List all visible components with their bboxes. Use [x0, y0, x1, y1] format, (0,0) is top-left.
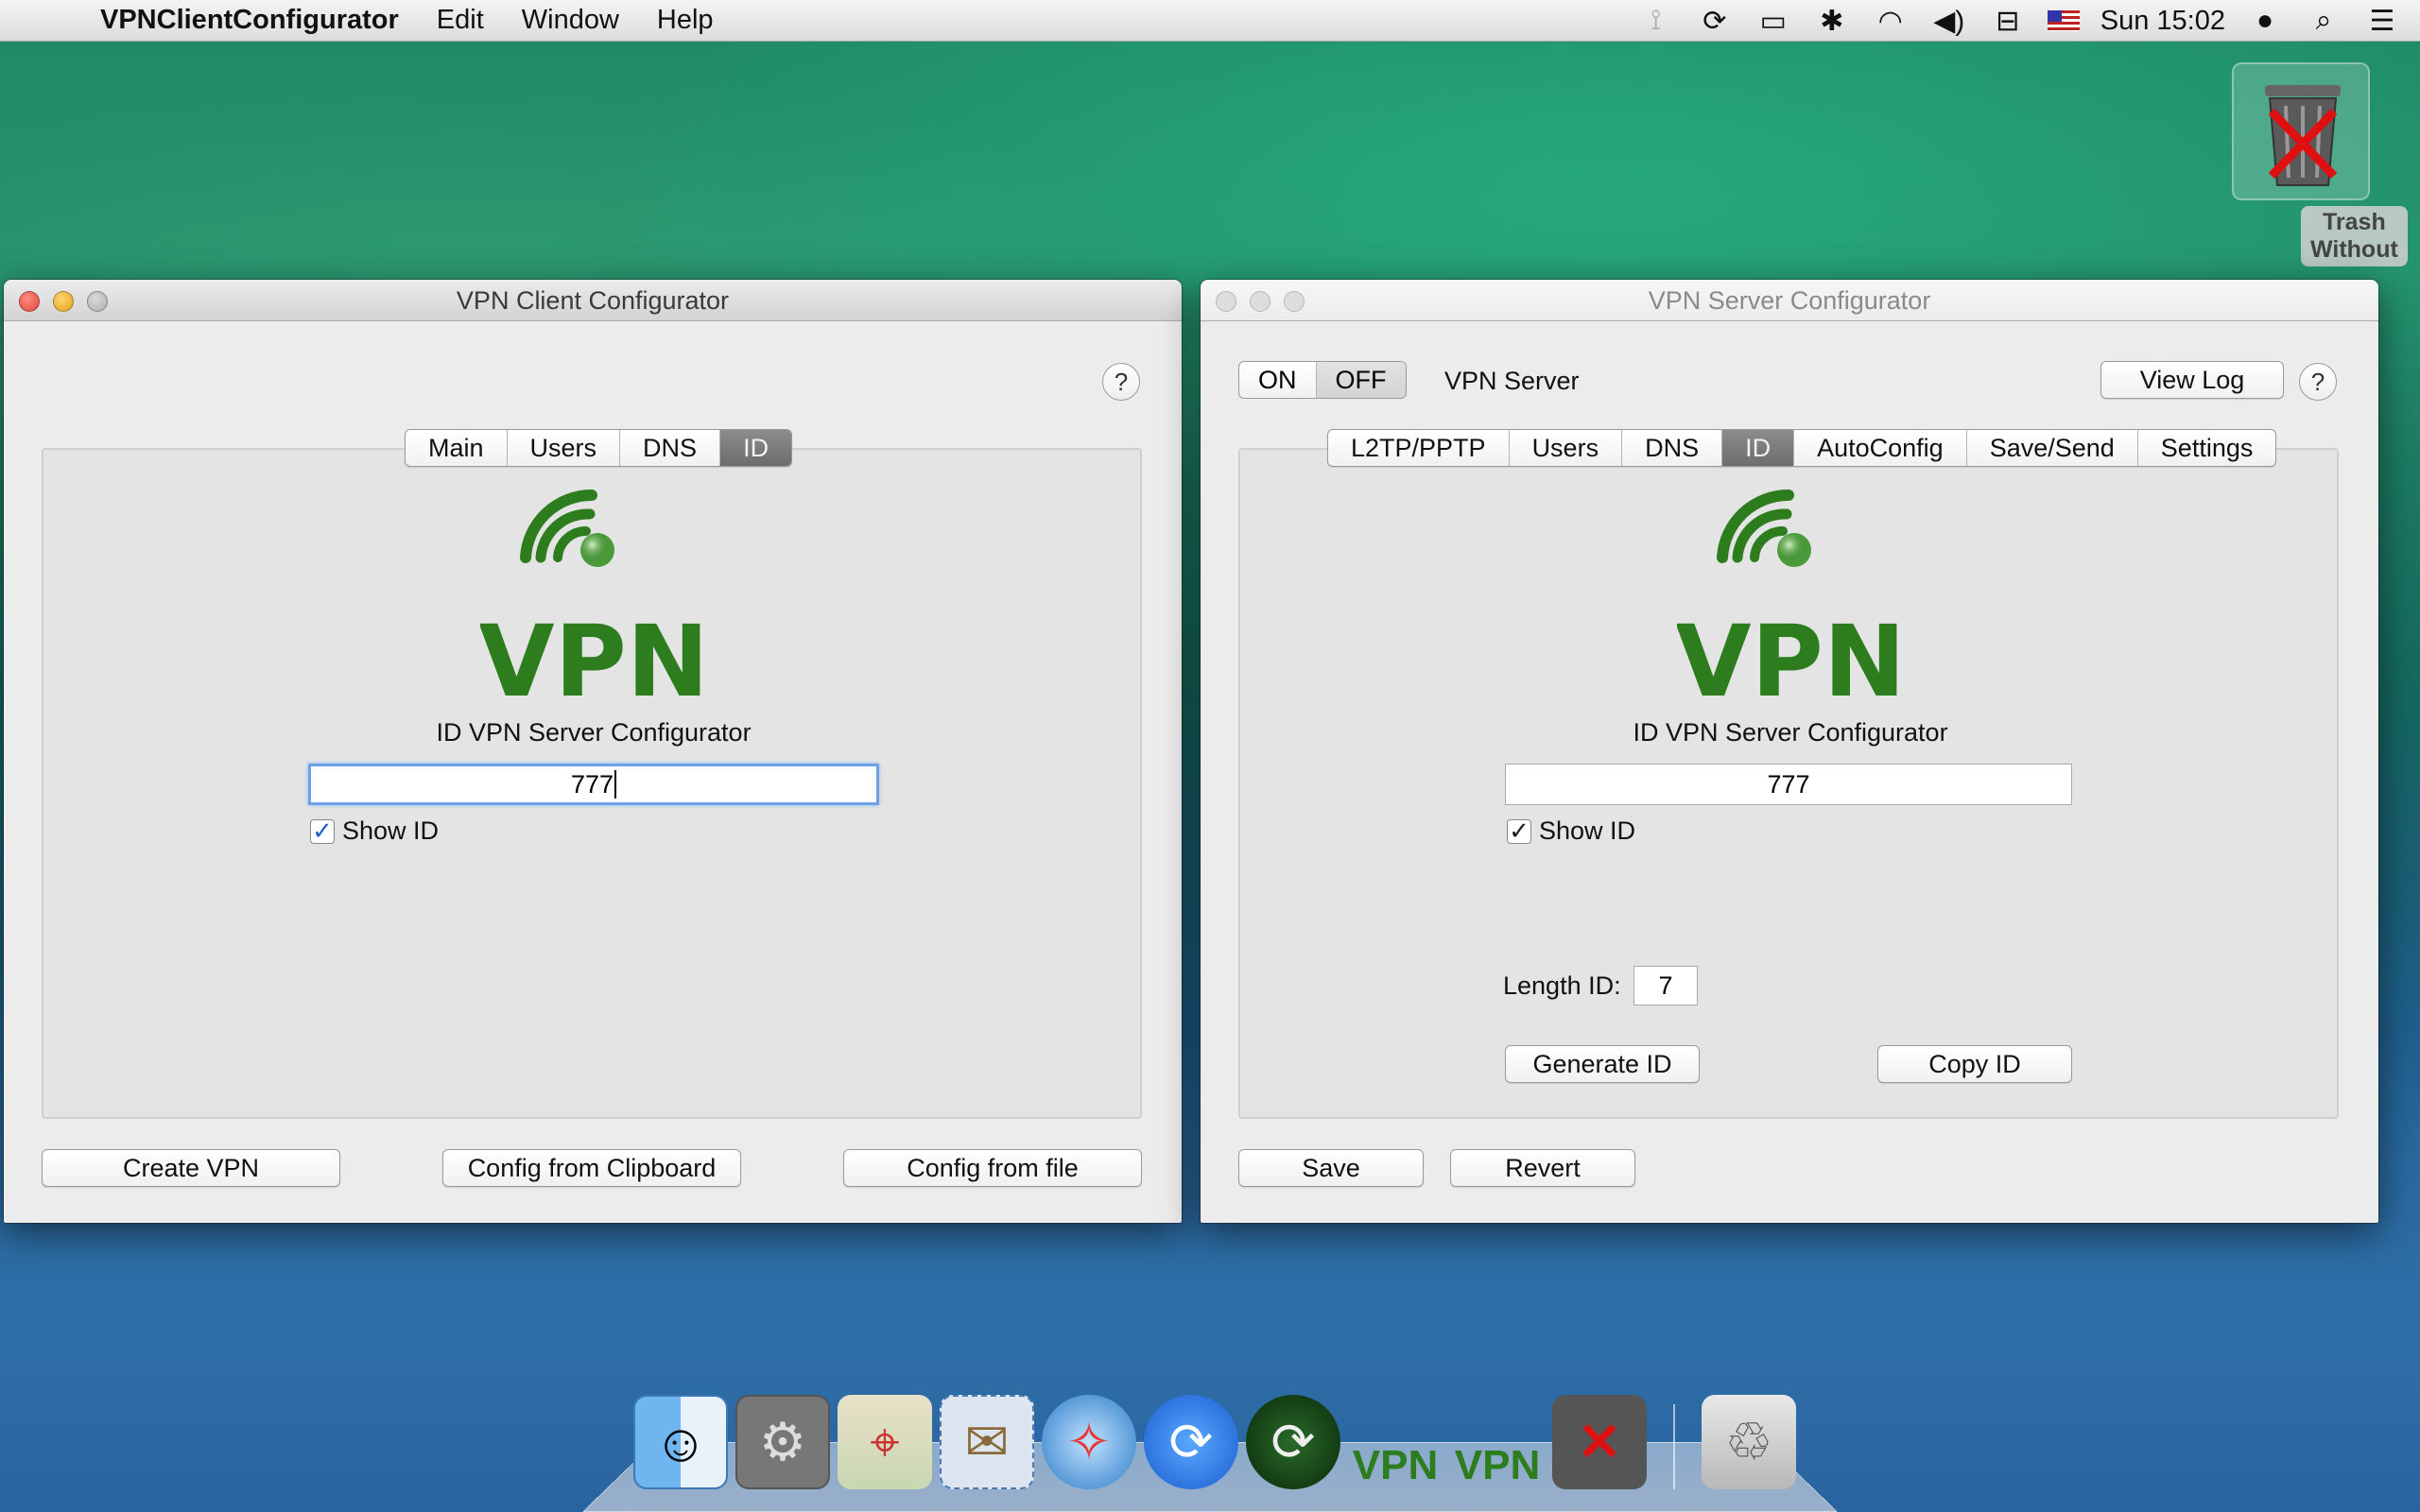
trash-without-icon[interactable]: ✕ [1552, 1395, 1647, 1489]
wifi-icon[interactable]: ◠ [1872, 5, 1910, 38]
tab-autoconfig[interactable]: AutoConfig [1794, 430, 1967, 466]
clock[interactable]: Sun 15:02 [2100, 6, 2225, 37]
config-from-file-button[interactable]: Config from file [843, 1149, 1142, 1187]
show-id-checkbox[interactable]: ✓ Show ID [1507, 816, 1635, 846]
maps-icon[interactable]: ⌖ [838, 1395, 932, 1489]
close-button[interactable] [19, 291, 40, 312]
id-input[interactable]: 777 [308, 764, 879, 805]
server-window-title: VPN Server Configurator [1649, 286, 1931, 315]
tab-dns[interactable]: DNS [620, 430, 720, 466]
vpn-client-icon[interactable]: VPN [1450, 1395, 1545, 1489]
show-id-label: Show ID [1539, 816, 1635, 846]
vpn-status-icon[interactable]: ⟟ [1637, 5, 1675, 37]
spotlight-icon[interactable]: ⌕ [2305, 5, 2342, 37]
text-caret [614, 770, 616, 799]
toggle-on-button[interactable]: ON [1239, 362, 1317, 398]
finder-icon[interactable]: ☺ [633, 1395, 728, 1489]
toggle-off-button[interactable]: OFF [1317, 362, 1406, 398]
menu-help[interactable]: Help [657, 5, 714, 36]
notification-center-icon[interactable]: ☰ [2363, 5, 2401, 38]
id-input[interactable]: 777 [1505, 764, 2072, 805]
sync-binary-icon[interactable]: ⟳ [1246, 1395, 1340, 1489]
show-id-label: Show ID [342, 816, 439, 846]
client-titlebar[interactable]: VPN Client Configurator [4, 280, 1182, 321]
safari-icon[interactable]: ✧ [1042, 1395, 1136, 1489]
save-button[interactable]: Save [1238, 1149, 1424, 1187]
server-help-button[interactable]: ? [2299, 363, 2337, 401]
menu-window[interactable]: Window [522, 5, 619, 36]
tab-id[interactable]: ID [720, 430, 791, 466]
input-icon[interactable]: ⊟ [1989, 5, 2027, 38]
vpn-logo: VPN [480, 486, 707, 713]
vpn-server-icon[interactable]: VPN [1348, 1395, 1443, 1489]
zoom-button[interactable] [1284, 291, 1305, 312]
client-window: VPN Client Configurator ? Main Users DNS… [4, 280, 1182, 1223]
trash-without-icon [2232, 62, 2370, 200]
length-id-label: Length ID: [1503, 971, 1621, 1001]
menu-edit[interactable]: Edit [437, 5, 484, 36]
tab-id[interactable]: ID [1722, 430, 1794, 466]
show-id-checkbox[interactable]: ✓ Show ID [310, 816, 439, 846]
client-window-title: VPN Client Configurator [457, 286, 729, 315]
tab-users[interactable]: Users [508, 430, 621, 466]
dock-separator [1673, 1404, 1675, 1489]
server-window: VPN Server Configurator ON OFF VPN Serve… [1201, 280, 2378, 1223]
config-from-clipboard-button[interactable]: Config from Clipboard [442, 1149, 741, 1187]
client-help-button[interactable]: ? [1102, 363, 1140, 401]
id-caption: ID VPN Server Configurator [1484, 718, 2097, 747]
tab-users[interactable]: Users [1510, 430, 1623, 466]
tab-main[interactable]: Main [406, 430, 508, 466]
minimize-button[interactable] [1250, 291, 1270, 312]
menu-app-name[interactable]: VPNClientConfigurator [100, 5, 399, 36]
checkmark-icon: ✓ [310, 819, 335, 844]
tab-l2tp-pptp[interactable]: L2TP/PPTP [1328, 430, 1510, 466]
system-preferences-icon[interactable]: ⚙ [735, 1395, 830, 1489]
sync-icon[interactable]: ⟳ [1144, 1395, 1238, 1489]
vpn-logo: VPN [1677, 486, 1904, 713]
tab-save-send[interactable]: Save/Send [1967, 430, 2138, 466]
vpn-logo-text: VPN [1677, 604, 1904, 713]
status-area: ⟟ ⟳ ▭ ✱ ◠ ◀) ⊟ Sun 15:02 ● ⌕ ☰ [1637, 0, 2401, 42]
user-icon[interactable]: ● [2246, 5, 2284, 37]
id-caption: ID VPN Server Configurator [287, 718, 900, 747]
vpn-logo-text: VPN [480, 604, 707, 713]
server-titlebar[interactable]: VPN Server Configurator [1201, 280, 2378, 321]
trash-without-desktop-icon[interactable]: Trash Without [2208, 62, 2394, 200]
tab-settings[interactable]: Settings [2138, 430, 2276, 466]
battery-icon[interactable]: ▭ [1754, 5, 1792, 38]
server-tab-bar: L2TP/PPTP Users DNS ID AutoConfig Save/S… [1327, 429, 2276, 467]
close-button[interactable] [1216, 291, 1236, 312]
length-id-input[interactable]: 7 [1634, 966, 1698, 1005]
checkmark-icon: ✓ [1507, 819, 1531, 844]
desktop-icon-label: Trash Without [2301, 206, 2408, 266]
vpn-server-label: VPN Server [1444, 367, 1580, 396]
client-tab-bar: Main Users DNS ID [405, 429, 792, 467]
trash-icon[interactable]: ♲ [1702, 1395, 1796, 1489]
id-value: 777 [571, 770, 614, 799]
us-flag-icon[interactable] [2048, 10, 2080, 31]
minimize-button[interactable] [53, 291, 74, 312]
mail-icon[interactable]: ✉ [940, 1395, 1034, 1489]
tab-dns[interactable]: DNS [1622, 430, 1722, 466]
id-value: 777 [1767, 770, 1809, 799]
menu-bar: VPNClientConfigurator Edit Window Help ⟟… [0, 0, 2420, 42]
length-id-value: 7 [1658, 971, 1672, 1001]
dock-icons: ☺ ⚙ ⌖ ✉ ✧ ⟳ ⟳ VPN VPN ✕ ♲ [633, 1387, 1796, 1489]
view-log-button[interactable]: View Log [2100, 361, 2284, 399]
generate-id-button[interactable]: Generate ID [1505, 1045, 1700, 1083]
copy-id-button[interactable]: Copy ID [1877, 1045, 2072, 1083]
volume-icon[interactable]: ◀) [1930, 5, 1968, 38]
revert-button[interactable]: Revert [1450, 1149, 1635, 1187]
zoom-button[interactable] [87, 291, 108, 312]
server-power-toggle: ON OFF [1238, 361, 1407, 399]
time-machine-icon[interactable]: ⟳ [1696, 5, 1734, 38]
bluetooth-icon[interactable]: ✱ [1813, 5, 1851, 38]
create-vpn-button[interactable]: Create VPN [42, 1149, 340, 1187]
